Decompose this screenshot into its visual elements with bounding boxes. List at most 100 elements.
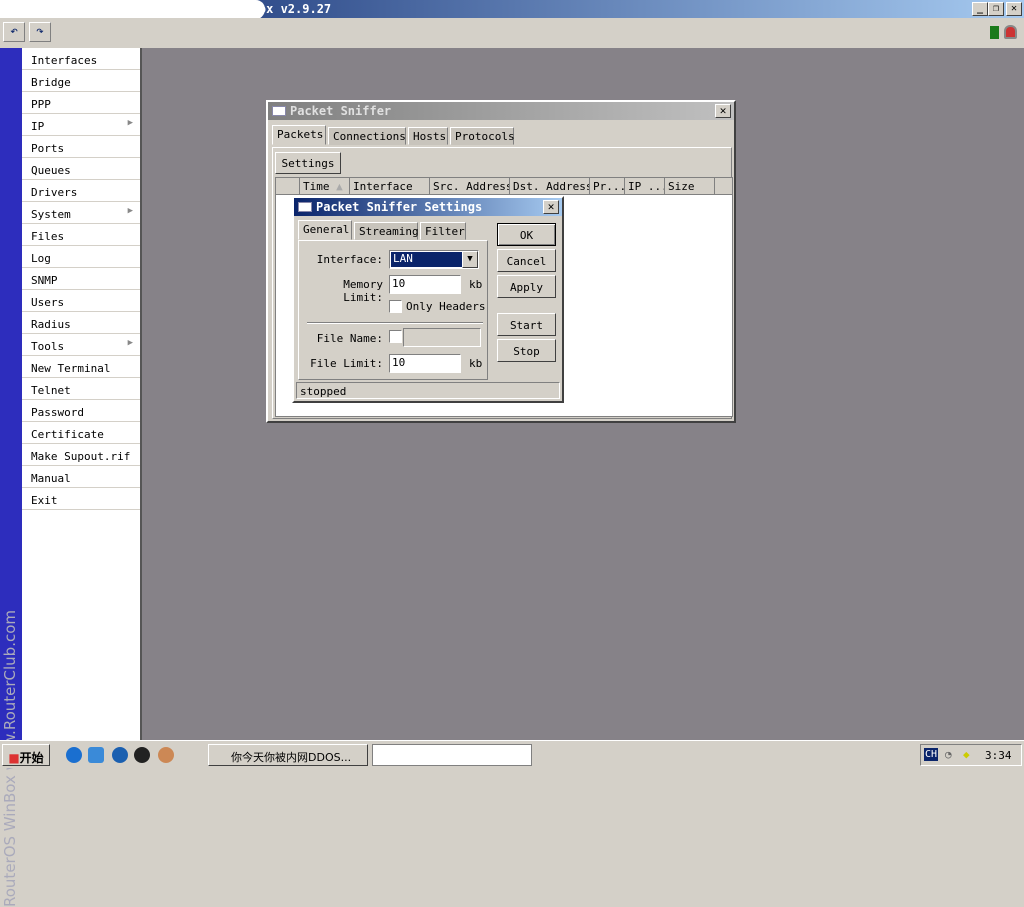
sidebar-menu: Interfaces Bridge PPP IP ▶ Ports Queues Drivers… bbox=[22, 48, 140, 740]
sidebar-item-users[interactable]: Users bbox=[22, 290, 140, 312]
sidebar-item-ip[interactable]: IP ▶ bbox=[22, 114, 140, 136]
sniffer-settings-dialog: Packet Sniffer Settings ✕ General Stream… bbox=[292, 196, 564, 403]
tab-protocols[interactable]: Protocols bbox=[450, 127, 515, 145]
file-limit-input[interactable]: 10 bbox=[389, 354, 461, 373]
column-header-size[interactable]: Size bbox=[665, 178, 715, 195]
apply-button[interactable]: Apply bbox=[497, 275, 556, 298]
sidebar-item-make-supout-rif[interactable]: Make Supout.rif bbox=[22, 444, 140, 466]
only-headers-checkbox[interactable] bbox=[389, 300, 402, 313]
tab-hosts[interactable]: Hosts bbox=[408, 127, 448, 145]
sidebar-item-interfaces[interactable]: Interfaces bbox=[22, 48, 140, 70]
minimize-button[interactable]: _ bbox=[972, 2, 988, 16]
stop-button[interactable]: Stop bbox=[497, 339, 556, 362]
taskbar-task-redacted[interactable] bbox=[372, 744, 532, 766]
column-header-end bbox=[715, 178, 733, 195]
sidebar-item-bridge[interactable]: Bridge bbox=[22, 70, 140, 92]
sidebar-item-label: New Terminal bbox=[31, 362, 111, 375]
start-button[interactable]: ■开始 bbox=[2, 744, 50, 766]
tab-connections[interactable]: Connections bbox=[328, 127, 406, 145]
column-header-protocol[interactable]: Pr... bbox=[590, 178, 625, 195]
settings-button[interactable]: Settings bbox=[275, 152, 341, 174]
sidebar-item-radius[interactable]: Radius bbox=[22, 312, 140, 334]
sidebar-item-label: Exit bbox=[31, 494, 58, 507]
sidebar-item-tools[interactable]: Tools ▶ bbox=[22, 334, 140, 356]
interface-select[interactable]: LAN ▼ bbox=[389, 250, 479, 269]
sidebar-item-label: System bbox=[31, 208, 71, 221]
taskbar-task-button[interactable]: 你今天你被内网DDOS... bbox=[208, 744, 368, 766]
tab-streaming[interactable]: Streaming bbox=[354, 222, 419, 240]
sidebar-item-label: Make Supout.rif bbox=[31, 450, 131, 463]
qq-icon-2[interactable] bbox=[158, 747, 174, 763]
settings-tabs: General Streaming Filter bbox=[298, 220, 488, 242]
sidebar-item-label: Interfaces bbox=[31, 54, 98, 67]
sidebar-item-password[interactable]: Password bbox=[22, 400, 140, 422]
sidebar-item-new-terminal[interactable]: New Terminal bbox=[22, 356, 140, 378]
start-button[interactable]: Start bbox=[497, 313, 556, 336]
system-tray: CH ◔ ◆ 3:34 bbox=[920, 744, 1022, 766]
ok-button[interactable]: OK bbox=[497, 223, 556, 246]
sidebar-item-queues[interactable]: Queues bbox=[22, 158, 140, 180]
language-indicator[interactable]: CH bbox=[924, 748, 939, 761]
chevron-down-icon[interactable]: ▼ bbox=[462, 251, 478, 268]
cancel-button[interactable]: Cancel bbox=[497, 249, 556, 272]
tab-packets[interactable]: Packets bbox=[272, 125, 326, 145]
tab-general[interactable]: General bbox=[298, 220, 352, 240]
restore-button[interactable]: ❐ bbox=[988, 2, 1004, 16]
brand-strip: RouterOS WinBox www.RouterClub.com bbox=[0, 48, 22, 907]
ie-icon[interactable] bbox=[66, 747, 82, 763]
settings-close-button[interactable]: ✕ bbox=[543, 200, 559, 214]
sidebar-item-files[interactable]: Files bbox=[22, 224, 140, 246]
tab-filter[interactable]: Filter bbox=[420, 222, 466, 240]
column-header-interface[interactable]: Interface bbox=[350, 178, 430, 195]
outlook-icon[interactable] bbox=[88, 747, 104, 763]
column-header-time[interactable]: Time ▲ bbox=[300, 178, 350, 195]
sidebar-item-ppp[interactable]: PPP bbox=[22, 92, 140, 114]
sidebar-item-label: Tools bbox=[31, 340, 65, 353]
sidebar-item-label: Telnet bbox=[31, 384, 71, 397]
memory-limit-input[interactable]: 10 bbox=[389, 275, 461, 294]
taskbar: ■开始 你今天你被内网DDOS... CH ◔ ◆ 3:34 bbox=[0, 740, 1024, 768]
sidebar-item-log[interactable]: Log bbox=[22, 246, 140, 268]
general-panel: Interface: LAN ▼ Memory Limit: 10 kb Onl… bbox=[298, 240, 488, 380]
chevron-right-icon: ▶ bbox=[127, 206, 133, 216]
divider bbox=[307, 322, 483, 324]
file-limit-label: File Limit: bbox=[310, 357, 383, 370]
sidebar-item-manual[interactable]: Manual bbox=[22, 466, 140, 488]
sniffer-tabs: Packets Connections Hosts Protocols bbox=[272, 125, 732, 147]
window-title: WinBox v2.9.27 bbox=[230, 2, 332, 16]
redo-icon[interactable]: ↷ bbox=[29, 22, 51, 42]
file-name-input[interactable] bbox=[403, 328, 481, 347]
network-icon[interactable]: ◔ bbox=[945, 748, 952, 761]
column-header-src-address[interactable]: Src. Address bbox=[430, 178, 510, 195]
sidebar-item-exit[interactable]: Exit bbox=[22, 488, 140, 510]
close-button[interactable]: ✕ bbox=[1006, 2, 1022, 16]
sidebar-item-ports[interactable]: Ports bbox=[22, 136, 140, 158]
sidebar-item-label: Log bbox=[31, 252, 51, 265]
chevron-right-icon: ▶ bbox=[127, 118, 133, 128]
redaction bbox=[0, 0, 265, 20]
sniffer-close-button[interactable]: ✕ bbox=[715, 104, 731, 118]
file-name-checkbox[interactable] bbox=[389, 330, 402, 343]
tray-icon[interactable]: ◆ bbox=[963, 748, 970, 761]
messenger-icon[interactable] bbox=[112, 747, 128, 763]
sidebar-item-system[interactable]: System ▶ bbox=[22, 202, 140, 224]
sidebar-item-label: Radius bbox=[31, 318, 71, 331]
clock: 3:34 bbox=[985, 749, 1012, 762]
undo-icon[interactable]: ↶ bbox=[3, 22, 25, 42]
interface-value: LAN bbox=[391, 252, 463, 267]
only-headers-label: Only Headers bbox=[406, 300, 486, 313]
file-limit-unit: kb bbox=[469, 357, 483, 370]
sidebar-item-label: Ports bbox=[31, 142, 65, 155]
column-header-blank bbox=[276, 178, 300, 195]
sidebar-item-certificate[interactable]: Certificate bbox=[22, 422, 140, 444]
sidebar-item-label: IP bbox=[31, 120, 45, 133]
sidebar-item-drivers[interactable]: Drivers bbox=[22, 180, 140, 202]
sidebar-item-snmp[interactable]: SNMP bbox=[22, 268, 140, 290]
sidebar-item-telnet[interactable]: Telnet bbox=[22, 378, 140, 400]
status-indicator-icon bbox=[990, 26, 999, 39]
qq-icon[interactable] bbox=[134, 747, 150, 763]
sidebar-item-label: Password bbox=[31, 406, 84, 419]
column-header-ip[interactable]: IP ... bbox=[625, 178, 665, 195]
column-header-dst-address[interactable]: Dst. Address bbox=[510, 178, 590, 195]
file-name-label: File Name: bbox=[316, 332, 383, 345]
